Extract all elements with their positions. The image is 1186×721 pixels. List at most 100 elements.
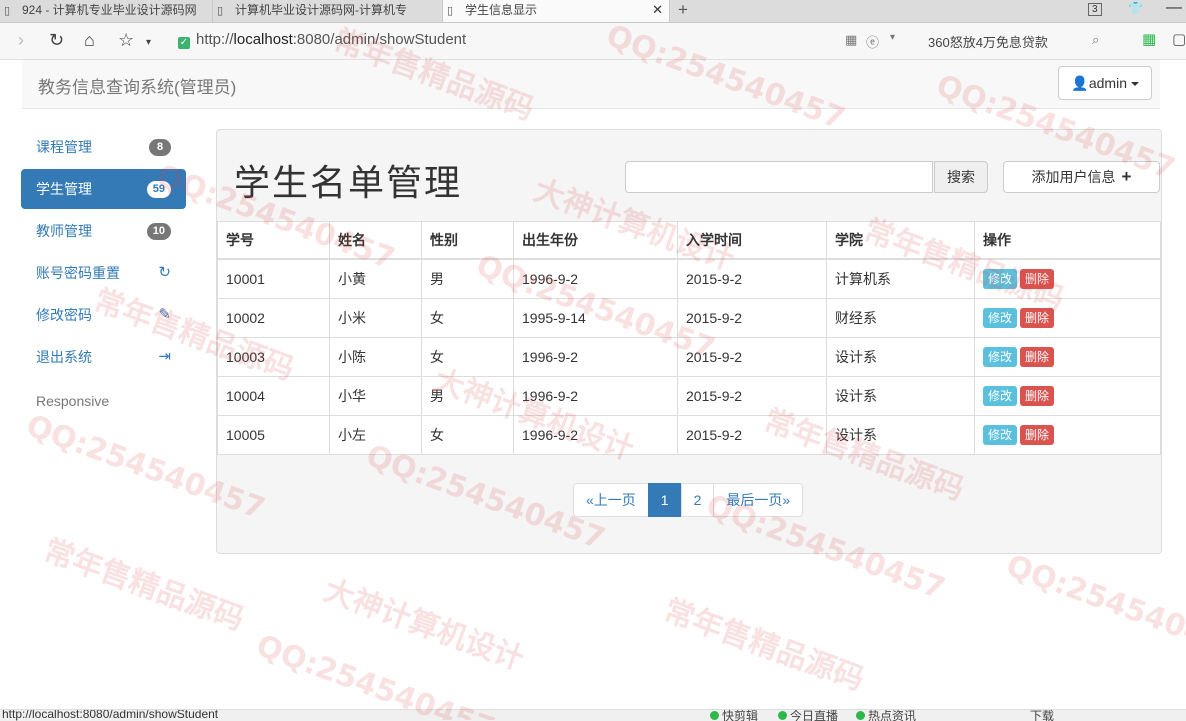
qr-icon[interactable]: ▦ bbox=[845, 32, 857, 48]
page-link-current[interactable]: 1 bbox=[647, 483, 682, 517]
pencil-icon: ✎ bbox=[158, 306, 171, 323]
search-input[interactable] bbox=[625, 161, 933, 193]
pagination: «上一页 1 2 最后一页» bbox=[573, 483, 804, 517]
scissors-icon bbox=[710, 711, 719, 720]
sidebar-item-label: 课程管理 bbox=[36, 139, 92, 155]
status-item[interactable]: 快剪辑 bbox=[710, 709, 759, 721]
apps-icon[interactable]: ▦ bbox=[1142, 30, 1156, 48]
table-cell: 男 bbox=[421, 258, 514, 299]
search-button[interactable]: 搜索 bbox=[934, 161, 988, 193]
page-link[interactable]: 2 bbox=[680, 483, 715, 517]
browser-tab-1[interactable]: ▯ 924 - 计算机专业毕业设计源码网 bbox=[0, 0, 206, 22]
delete-button[interactable]: 删除 bbox=[1020, 425, 1055, 445]
table-row: 10003 小陈 女 1996-9-2 2015-9-2 设计系 修改 删除 bbox=[217, 337, 1161, 377]
refresh-icon: ↻ bbox=[158, 264, 171, 281]
delete-button[interactable]: 删除 bbox=[1020, 347, 1055, 367]
table-cell: 男 bbox=[421, 376, 514, 416]
live-icon bbox=[778, 711, 787, 720]
actions-cell: 修改 删除 bbox=[974, 415, 1161, 455]
sidebar-item-logout[interactable]: 退出系统 ⇥ bbox=[21, 337, 186, 377]
watermark-text: QQ:254540457 bbox=[251, 628, 500, 720]
search-icon[interactable]: ⌕ bbox=[1092, 32, 1099, 48]
column-header: 操作 bbox=[974, 221, 1161, 260]
sidebar-item-label: 修改密码 bbox=[36, 307, 92, 323]
table-cell: 女 bbox=[421, 337, 514, 377]
status-item[interactable]: 热点资讯 bbox=[856, 710, 916, 721]
table-cell: 10001 bbox=[217, 258, 330, 299]
column-header: 姓名 bbox=[329, 221, 422, 260]
column-header: 出生年份 bbox=[513, 221, 678, 260]
status-item-label: 快剪辑 bbox=[722, 709, 759, 721]
table-cell: 小陈 bbox=[329, 337, 422, 377]
table-cell: 设计系 bbox=[826, 337, 975, 377]
close-tab-icon[interactable]: ✕ bbox=[652, 0, 663, 20]
edit-button[interactable]: 修改 bbox=[983, 347, 1018, 367]
count-badge: 59 bbox=[146, 181, 171, 198]
column-header: 性别 bbox=[421, 221, 514, 260]
home-icon[interactable]: ⌂ bbox=[84, 30, 95, 50]
status-item[interactable]: 今日直播 bbox=[778, 710, 838, 721]
table-cell: 小左 bbox=[329, 415, 422, 455]
table-row: 10001 小黄 男 1996-9-2 2015-9-2 计算机系 修改 删除 bbox=[217, 258, 1161, 299]
app-brand[interactable]: 教务信息查询系统(管理员) bbox=[38, 73, 236, 98]
watermark-text: 大神计算机设计 bbox=[319, 572, 529, 678]
ad-link[interactable]: 360怒放4万免息贷款 bbox=[928, 32, 1048, 51]
page-icon: ▯ bbox=[4, 5, 11, 17]
actions-cell: 修改 删除 bbox=[974, 258, 1161, 299]
edit-button[interactable]: 修改 bbox=[983, 425, 1018, 445]
sidebar-item-teachers[interactable]: 教师管理 10 bbox=[21, 211, 186, 251]
prev-page-link[interactable]: «上一页 bbox=[573, 483, 649, 517]
user-dropdown[interactable]: 👤admin bbox=[1058, 66, 1152, 100]
table-cell: 设计系 bbox=[826, 376, 975, 416]
logout-icon: ⇥ bbox=[158, 348, 171, 365]
extension-icon[interactable]: ▢ bbox=[1172, 30, 1186, 48]
new-tab-button[interactable]: + bbox=[678, 0, 688, 20]
table-cell: 1996-9-2 bbox=[513, 376, 678, 416]
edit-button[interactable]: 修改 bbox=[983, 308, 1018, 328]
forward-icon[interactable]: › bbox=[18, 30, 24, 50]
browser-tab-active[interactable]: ▯ 学生信息显示 ✕ bbox=[442, 0, 670, 22]
chevron-down-icon[interactable]: ▾ bbox=[146, 33, 151, 53]
table-row: 10002 小米 女 1995-9-14 2015-9-2 财经系 修改 删除 bbox=[217, 298, 1161, 338]
delete-button[interactable]: 删除 bbox=[1020, 269, 1055, 289]
add-user-button[interactable]: 添加用户信息 + bbox=[1003, 161, 1160, 193]
last-page-link[interactable]: 最后一页» bbox=[713, 483, 804, 517]
table-cell: 2015-9-2 bbox=[677, 376, 827, 416]
edit-button[interactable]: 修改 bbox=[983, 386, 1018, 406]
url-field[interactable]: ✓ http://localhost:8080/admin/showStudent bbox=[178, 31, 466, 49]
url-prefix: http:// bbox=[196, 31, 234, 48]
tab-label: 计算机毕业设计源码网-计算机专 bbox=[235, 3, 407, 17]
table-cell: 1996-9-2 bbox=[513, 337, 678, 377]
browser-tab-2[interactable]: ▯ 计算机毕业设计源码网-计算机专 bbox=[212, 0, 440, 22]
table-cell: 设计系 bbox=[826, 415, 975, 455]
table-row: 10004 小华 男 1996-9-2 2015-9-2 设计系 修改 删除 bbox=[217, 376, 1161, 416]
compat-icon[interactable]: ⓔ bbox=[866, 32, 879, 51]
shield-icon: ✓ bbox=[178, 37, 190, 49]
table-cell: 财经系 bbox=[826, 298, 975, 338]
star-icon[interactable]: ☆ bbox=[118, 30, 134, 50]
sidebar-item-courses[interactable]: 课程管理 8 bbox=[21, 127, 186, 167]
sidebar: 课程管理 8 学生管理 59 教师管理 10 账号密码重置 ↻ 修改密码 ✎ 退… bbox=[21, 127, 186, 409]
main-panel: 学生名单管理 搜索 添加用户信息 + 学号 姓名 性别 出生年份 入学时间 学院 … bbox=[216, 129, 1162, 554]
column-header: 入学时间 bbox=[677, 221, 827, 260]
shirt-icon[interactable]: 👕 bbox=[1128, 1, 1143, 15]
tab-count-badge[interactable]: 3 bbox=[1088, 3, 1102, 16]
edit-button[interactable]: 修改 bbox=[983, 269, 1018, 289]
chevron-down-icon[interactable]: ▾ bbox=[890, 32, 895, 43]
status-item[interactable]: 下载 bbox=[1030, 710, 1054, 721]
sidebar-item-reset-password[interactable]: 账号密码重置 ↻ bbox=[21, 253, 186, 293]
table-cell: 10005 bbox=[217, 415, 330, 455]
minimize-icon[interactable]: — bbox=[1166, 0, 1182, 17]
delete-button[interactable]: 删除 bbox=[1020, 386, 1055, 406]
watermark-text: QQ:254540457 bbox=[1001, 548, 1186, 667]
reload-icon[interactable]: ↻ bbox=[49, 30, 64, 50]
url-host: localhost bbox=[233, 31, 293, 48]
actions-cell: 修改 删除 bbox=[974, 376, 1161, 416]
count-badge: 10 bbox=[146, 223, 171, 240]
add-user-label: 添加用户信息 bbox=[1031, 169, 1116, 185]
count-badge: 8 bbox=[149, 139, 171, 156]
sidebar-item-students[interactable]: 学生管理 59 bbox=[21, 169, 186, 209]
page-icon: ▯ bbox=[217, 5, 224, 17]
sidebar-item-change-password[interactable]: 修改密码 ✎ bbox=[21, 295, 186, 335]
delete-button[interactable]: 删除 bbox=[1020, 308, 1055, 328]
